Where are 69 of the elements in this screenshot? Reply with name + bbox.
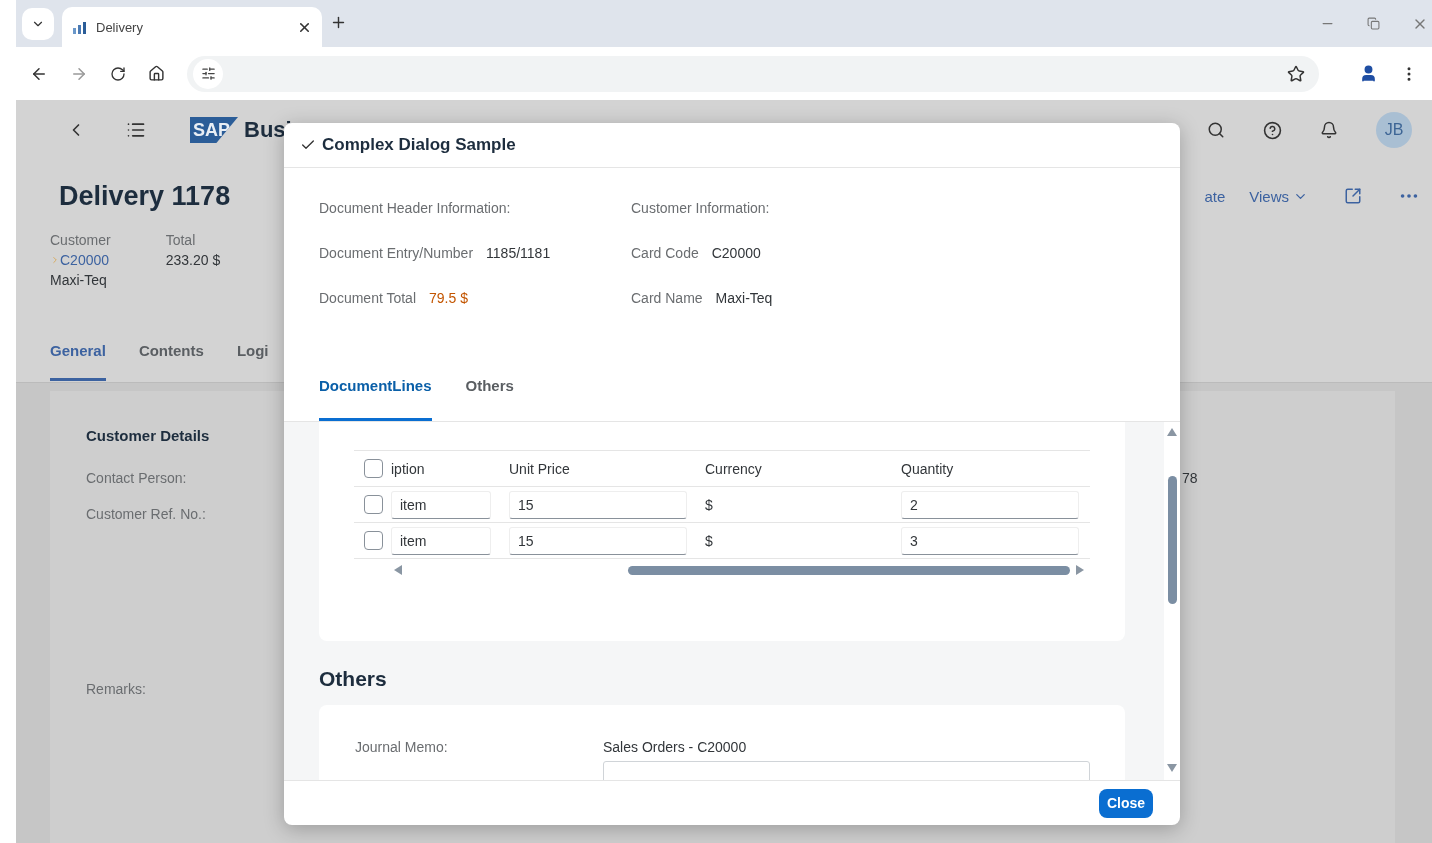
restore-icon[interactable] [1367, 15, 1380, 32]
menu-icon[interactable] [126, 120, 146, 140]
views-menu-button[interactable]: Views [1249, 187, 1308, 205]
section-title: Others [319, 667, 388, 691]
tab-title: Delivery [96, 19, 144, 35]
info-value: C20000 [711, 245, 761, 261]
star-icon[interactable] [1287, 64, 1305, 83]
home-icon[interactable] [148, 65, 165, 82]
attribute-value: Maxi-Teq [50, 271, 108, 290]
logo: SAP [190, 117, 238, 143]
browser-tab[interactable]: Delivery [62, 7, 322, 47]
info-label: Document Entry/Number [319, 245, 474, 261]
profile-icon[interactable] [1359, 64, 1378, 83]
field-label: Remarks: [86, 681, 146, 697]
section-title: Customer Details [86, 427, 210, 444]
amount-value: 79.5 $ [429, 290, 468, 306]
column-header: Currency [705, 460, 762, 477]
scrollbar-thumb[interactable] [628, 565, 1070, 575]
attribute-label: Total [165, 231, 197, 250]
info-value: Maxi-Teq [715, 290, 773, 306]
scrollbar-thumb[interactable] [1167, 476, 1177, 604]
site-settings-icon[interactable] [193, 58, 223, 89]
action-button[interactable]: ate [1204, 187, 1226, 205]
info-value: 1185/1181 [486, 245, 551, 261]
share-icon[interactable] [1344, 187, 1362, 205]
unit-price-input[interactable]: 15 [509, 490, 687, 519]
user-avatar[interactable]: JB [1376, 112, 1412, 148]
field-value: Sales Orders - C20000 [603, 739, 747, 755]
field-value: 78 [1182, 470, 1198, 486]
page-tab[interactable]: Logi [236, 338, 269, 381]
info-heading: Document Header Information: [319, 200, 512, 216]
search-icon[interactable] [1207, 121, 1225, 139]
reload-icon[interactable] [110, 65, 126, 82]
help-icon[interactable] [1263, 120, 1282, 140]
scroll-right-icon[interactable] [1076, 565, 1086, 575]
customer-link[interactable]: C20000 [50, 250, 111, 270]
description-input[interactable]: item [391, 490, 491, 519]
dialog-tab[interactable]: Others [465, 374, 514, 421]
chart-favicon-icon [72, 20, 88, 34]
description-input[interactable]: item [391, 526, 491, 555]
info-heading: Customer Information: [631, 200, 771, 216]
select-all-checkbox[interactable] [364, 459, 383, 478]
bell-icon[interactable] [1320, 121, 1338, 139]
table-cell: $ [705, 532, 713, 549]
row-checkbox[interactable] [364, 531, 383, 550]
column-header: Unit Price [509, 460, 570, 477]
info-label: Card Name [631, 290, 703, 306]
row-checkbox[interactable] [364, 495, 383, 514]
column-header: Quantity [901, 460, 954, 477]
info-label: Card Code [631, 245, 699, 261]
scroll-left-icon[interactable] [394, 565, 404, 575]
quantity-input[interactable]: 2 [901, 490, 1079, 519]
field-label: Customer Ref. No.: [86, 506, 206, 522]
scroll-down-icon[interactable] [1167, 764, 1177, 774]
chevron-right-icon [50, 255, 60, 265]
info-label: Document Total [319, 290, 416, 306]
column-header: iption [391, 460, 425, 477]
scroll-up-icon[interactable] [1167, 428, 1177, 438]
dialog-title: Complex Dialog Sample [322, 135, 516, 155]
page-tab[interactable]: Contents [138, 338, 204, 381]
field-label: Contact Person: [86, 470, 187, 486]
attribute-label: Customer [50, 231, 111, 250]
unit-price-input[interactable]: 15 [509, 526, 687, 555]
quantity-input[interactable]: 3 [901, 526, 1079, 555]
close-button[interactable]: Close [1098, 788, 1153, 818]
page-title: Delivery 1178 [59, 180, 231, 212]
table-cell: $ [705, 496, 713, 513]
field-label: Journal Memo: [355, 739, 448, 755]
attribute-value: 233.20 $ [165, 251, 221, 270]
